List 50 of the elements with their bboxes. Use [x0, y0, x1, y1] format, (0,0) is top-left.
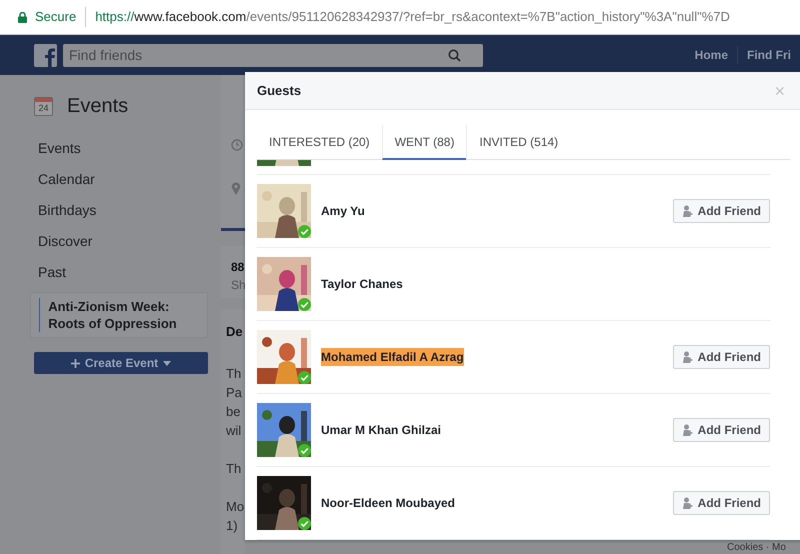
secure-label: Secure	[35, 7, 86, 27]
dialog-title: Guests	[257, 82, 302, 100]
sidebar-item[interactable]: Events	[30, 133, 208, 164]
guest-name[interactable]: Amy Yu	[321, 202, 365, 220]
add-friend-button[interactable]: Add Friend	[672, 418, 770, 442]
logo-icon[interactable]	[34, 44, 57, 66]
url-text: https://www.facebook.com/events/951120628342937/?ref=br_rs&acontext=%7B"action_history"%3A"null"%7D	[95, 8, 730, 26]
lock-icon	[18, 12, 27, 22]
footer-link[interactable]: Cookies · Mo	[727, 542, 786, 554]
plus-icon	[70, 358, 80, 368]
sidebar-item[interactable]: Discover	[30, 226, 208, 257]
create-event-button[interactable]: Create Event	[34, 352, 208, 374]
description-text: 1)	[226, 517, 239, 535]
guest-name[interactable]: Taylor Chanes	[321, 275, 403, 293]
add-friend-button[interactable]: Add Friend	[672, 345, 770, 369]
add-person-icon	[682, 497, 693, 509]
tab[interactable]: WENT (88)	[382, 125, 466, 160]
search-icon[interactable]	[448, 48, 461, 62]
guest-name[interactable]: Mohamed Elfadil A Azrag	[321, 348, 464, 366]
add-friend-button[interactable]: Add Friend	[672, 199, 770, 223]
description-text: be	[226, 403, 242, 421]
sidebar-item[interactable]: Calendar	[30, 164, 208, 195]
nav-link[interactable]: Find Fri	[737, 46, 800, 64]
stat-label: Sh	[231, 277, 245, 294]
stat-count: 88	[231, 259, 245, 276]
guest-name[interactable]: Noor-Eldeen Moubayed	[321, 494, 456, 512]
sidebar-item[interactable]: Past	[30, 257, 208, 288]
guest-name[interactable]: Umar M Khan Ghilzai	[321, 421, 442, 439]
page-title: Events	[67, 94, 128, 119]
caret-icon	[163, 360, 172, 366]
add-person-icon	[682, 351, 693, 363]
description-text: Th	[226, 460, 242, 478]
nav-link[interactable]: Home	[686, 46, 737, 64]
section-heading: De	[226, 323, 244, 341]
sidebar-item[interactable]: Birthdays	[30, 195, 208, 226]
tab[interactable]: INTERESTED (20)	[257, 125, 382, 160]
description-text: Mo	[226, 498, 245, 516]
search-field[interactable]: Find friends	[63, 44, 483, 66]
description-text: Pa	[226, 384, 243, 402]
add-person-icon	[682, 424, 693, 436]
description-text: wil	[226, 422, 242, 440]
calendar-icon: 24	[34, 96, 53, 116]
description-text: Th	[226, 365, 242, 383]
location-pin-icon	[231, 182, 241, 195]
add-person-icon	[682, 205, 693, 217]
sidebar-item[interactable]: Anti-Zionism Week: Roots of Oppression	[30, 292, 208, 338]
add-friend-button[interactable]: Add Friend	[672, 491, 770, 515]
tab[interactable]: INVITED (514)	[466, 125, 570, 160]
clock-icon	[231, 139, 243, 151]
address-bar[interactable]: Secure https://www.facebook.com/events/951120628342937/?ref=br_rs&acontext=%7B"action_history"%3A"null"%7D	[0, 0, 800, 35]
